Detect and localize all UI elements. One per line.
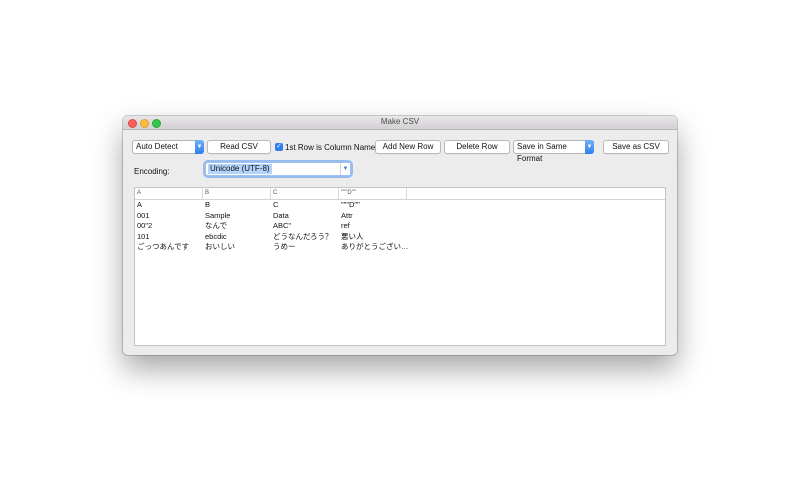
- column-header[interactable]: A: [135, 188, 203, 199]
- first-row-column-name-label: 1st Row is Column Name: [285, 143, 376, 152]
- encoding-value: Unicode (UTF-8): [208, 164, 272, 174]
- delete-row-button[interactable]: Delete Row: [444, 140, 510, 154]
- table-cell[interactable]: """D"": [339, 200, 409, 211]
- table-cell[interactable]: なんで: [203, 221, 273, 232]
- table-cell[interactable]: ABC": [271, 221, 341, 232]
- table-row[interactable]: 00"2 なんで ABC" ref: [135, 221, 665, 232]
- table-cell[interactable]: Sample: [203, 211, 273, 222]
- table-cell[interactable]: Data: [271, 211, 341, 222]
- table-cell[interactable]: ごっつあんです: [135, 242, 205, 253]
- column-header[interactable]: B: [203, 188, 271, 199]
- table-cell[interactable]: 00"2: [135, 221, 205, 232]
- popup-chevron-icon: ▼: [585, 140, 594, 154]
- add-new-row-button[interactable]: Add New Row: [375, 140, 441, 154]
- popup-chevron-icon: ▼: [195, 140, 204, 154]
- table-cell[interactable]: 001: [135, 211, 205, 222]
- table-cell[interactable]: ref: [339, 221, 409, 232]
- encoding-popup[interactable]: Unicode (UTF-8) ▼: [205, 162, 351, 176]
- table-cell[interactable]: B: [203, 200, 273, 211]
- table-row[interactable]: A B C """D"": [135, 200, 665, 211]
- table-cell[interactable]: 悪い人: [339, 232, 409, 243]
- save-as-csv-button[interactable]: Save as CSV: [603, 140, 669, 154]
- table-header: A B C """D"": [135, 188, 665, 200]
- table-cell[interactable]: ebcdic: [203, 232, 273, 243]
- table-cell[interactable]: A: [135, 200, 205, 211]
- save-format-value: Save in Same Format: [517, 142, 567, 163]
- table-cell[interactable]: 101: [135, 232, 205, 243]
- column-header[interactable]: C: [271, 188, 339, 199]
- save-format-popup[interactable]: Save in Same Format ▼: [513, 140, 594, 163]
- title-bar[interactable]: Make CSV: [123, 116, 677, 130]
- table-row[interactable]: 101 ebcdic どうなんだろう？ 悪い人: [135, 232, 665, 243]
- table-row[interactable]: 001 Sample Data Attr: [135, 211, 665, 222]
- detect-format-value: Auto Detect: [136, 142, 178, 151]
- window-title: Make CSV: [380, 117, 420, 126]
- read-csv-button[interactable]: Read CSV: [207, 140, 271, 154]
- table-cell[interactable]: うめー: [271, 242, 341, 253]
- detect-format-popup[interactable]: Auto Detect ▼: [132, 140, 204, 154]
- encoding-label: Encoding:: [134, 167, 170, 176]
- table-cell[interactable]: おいしい: [203, 242, 273, 253]
- table-cell[interactable]: C: [271, 200, 341, 211]
- table-row[interactable]: ごっつあんです おいしい うめー ありがとうござい…: [135, 242, 665, 253]
- checkmark-icon[interactable]: ✓: [275, 142, 283, 151]
- csv-table[interactable]: A B C """D"" A B C """D"" 001 Sample Dat…: [134, 187, 666, 346]
- column-header[interactable]: """D"": [339, 188, 407, 199]
- table-cell[interactable]: Attr: [339, 211, 409, 222]
- table-cell[interactable]: どうなんだろう？: [271, 232, 341, 243]
- first-row-column-name-checkbox[interactable]: ✓ 1st Row is Column Name: [275, 142, 375, 154]
- table-cell[interactable]: ありがとうござい…: [339, 242, 409, 253]
- app-window: Make CSV Auto Detect ▼ Read CSV ✓ 1st Row…: [123, 116, 677, 355]
- chevron-down-icon: ▼: [340, 163, 350, 175]
